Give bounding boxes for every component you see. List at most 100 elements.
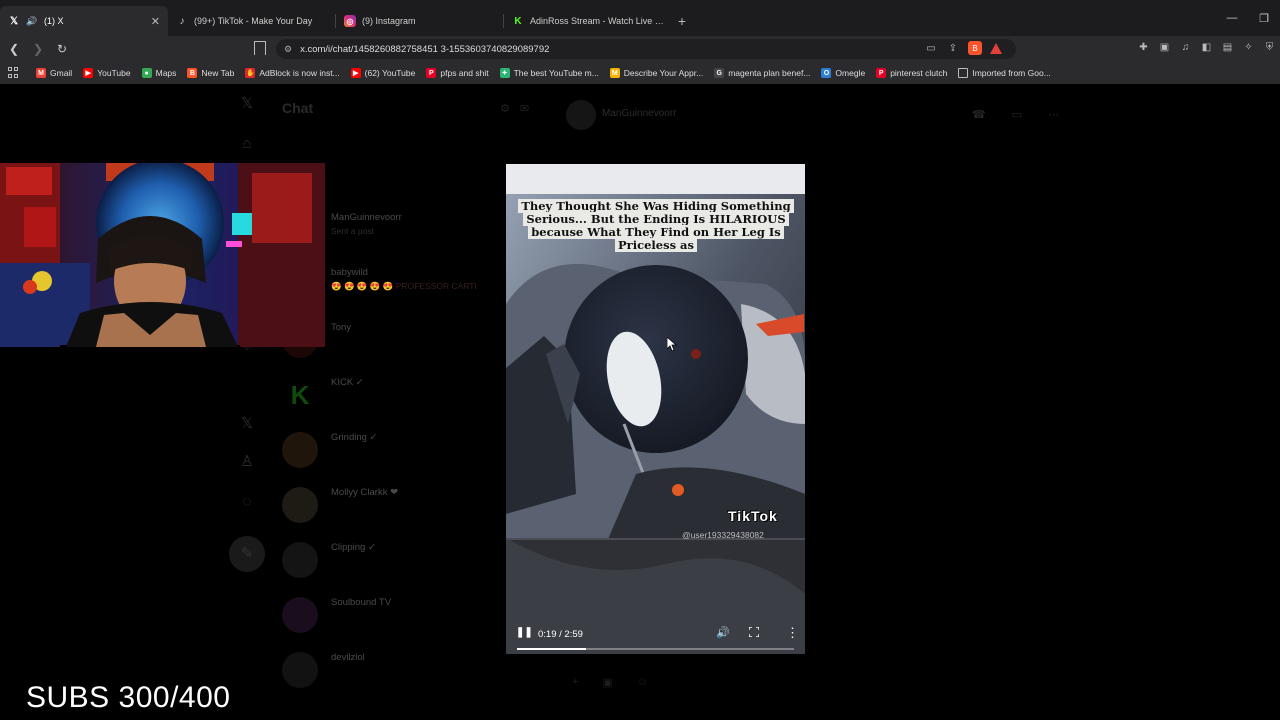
- bookmark-item[interactable]: ▶ YouTube: [83, 68, 131, 78]
- sidebar-icon[interactable]: ◧: [1200, 41, 1213, 54]
- tab-kick[interactable]: K AdinRoss Stream - Watch Live on Kick: [504, 6, 672, 36]
- more-icon[interactable]: ⋯: [1048, 108, 1059, 121]
- bookmark-item[interactable]: B New Tab: [187, 68, 234, 78]
- apps-grid-icon[interactable]: [8, 67, 20, 79]
- minimize-button[interactable]: —: [1216, 12, 1248, 24]
- bookmark-item[interactable]: ▶ (62) YouTube: [350, 68, 415, 78]
- restore-button[interactable]: ❐: [1248, 12, 1280, 25]
- compose-post-icon[interactable]: ✎: [229, 536, 265, 572]
- conversation-item[interactable]: Clipping ✓: [282, 538, 502, 588]
- bookmark-label: The best YouTube m...: [513, 68, 599, 78]
- conversation-item[interactable]: Mollyy Clarkk ❤: [282, 483, 502, 533]
- conversation-name: Grinding ✓: [331, 432, 378, 443]
- video-progress-bar[interactable]: [517, 648, 794, 650]
- avatar: [282, 542, 318, 578]
- conversation-name: ManGuinnevoorr: [331, 212, 402, 223]
- more-icon[interactable]: ◌: [237, 492, 257, 512]
- chat-header-actions: ⚙ ✉: [500, 102, 529, 115]
- volume-icon[interactable]: 🔊: [716, 626, 730, 639]
- speaker-icon[interactable]: 🔊: [26, 15, 38, 27]
- video-call-icon[interactable]: ▭: [1012, 108, 1022, 121]
- settings-icon[interactable]: ⚙: [500, 102, 510, 115]
- bookmark-label: YouTube: [97, 68, 131, 78]
- conversation-item[interactable]: K KICK ✓: [282, 373, 502, 423]
- bookmark-item[interactable]: Ppfps and shit: [426, 68, 489, 78]
- conversation-name: Clipping ✓: [331, 542, 376, 553]
- reload-icon[interactable]: ↻: [52, 42, 72, 56]
- site-info-icon[interactable]: ⚙: [284, 44, 292, 55]
- tab-x[interactable]: 𝕏 🔊 (1) X ✕: [0, 6, 168, 36]
- share-icon[interactable]: ⇪: [946, 41, 960, 55]
- conversation-item[interactable]: Soulbound TV: [282, 593, 502, 643]
- wallet-icon[interactable]: ▣: [1158, 41, 1171, 54]
- bookmark-label: Gmail: [50, 68, 73, 78]
- avatar: [566, 100, 596, 130]
- bookmark-item[interactable]: ✋ AdBlock is now inst...: [245, 68, 340, 78]
- address-bar[interactable]: ⚙ x.com/i/chat/1458260882758451 3-155360…: [276, 39, 1016, 59]
- new-message-icon[interactable]: ✉: [520, 102, 529, 115]
- bookmark-item[interactable]: ✦ The best YouTube m...: [499, 68, 599, 78]
- address-bar-actions: ▭ ⇪ B: [924, 41, 1002, 55]
- bookmark-item[interactable]: Gmagenta plan benef...: [714, 68, 810, 78]
- bookmark-label: Maps: [155, 68, 177, 78]
- profile-icon[interactable]: ♙: [237, 452, 257, 472]
- bookmark-icon[interactable]: [254, 41, 266, 55]
- kick-avatar: K: [282, 377, 318, 413]
- conversation-preview: Sent a post: [331, 226, 375, 236]
- brave-rewards-icon[interactable]: [990, 42, 1002, 54]
- media-icon[interactable]: ♫: [1179, 41, 1192, 54]
- conversation-name: Mollyy Clarkk ❤: [331, 487, 399, 498]
- conversation-name: Soulbound TV: [331, 597, 392, 608]
- bookmark-item[interactable]: O Omegle: [821, 68, 865, 78]
- x-logo-icon[interactable]: 𝕏: [237, 94, 257, 114]
- close-tab-icon[interactable]: ✕: [151, 15, 160, 28]
- new-tab-button[interactable]: +: [672, 6, 692, 36]
- pinterest-icon: P: [876, 68, 887, 78]
- conversation-name: Tony: [331, 322, 352, 333]
- more-options-icon[interactable]: ⋮: [786, 625, 799, 641]
- back-icon[interactable]: ❮: [4, 42, 24, 56]
- cast-icon[interactable]: ▭: [924, 41, 938, 55]
- youtube-icon: ▶: [350, 68, 361, 78]
- bookmark-item[interactable]: Ppinterest clutch: [876, 68, 947, 78]
- forward-icon[interactable]: ❯: [28, 42, 48, 56]
- extensions-icon[interactable]: ✚: [1137, 41, 1150, 54]
- window-controls: — ❐: [1216, 0, 1280, 36]
- conversation-item[interactable]: Grinding ✓: [282, 428, 502, 478]
- extension-icons: ✚ ▣ ♫ ◧ ▤ ✧ ⛨: [1137, 41, 1276, 54]
- reading-list-icon[interactable]: ▤: [1221, 41, 1234, 54]
- page-content: 𝕏 ⌂ ♤ 𝕏 ♙ ◌ ✎ Chat ⚙ ✉ ManGuinnevoorr Se…: [0, 84, 1280, 720]
- conversation-item[interactable]: devilzlol: [282, 648, 502, 698]
- bookmark-item[interactable]: M Describe Your Appr...: [609, 68, 703, 78]
- gif-icon[interactable]: ☺: [637, 676, 648, 689]
- video-player[interactable]: They Thought She Was Hiding Something Se…: [506, 164, 805, 654]
- browser-toolbar: ❮ ❯ ↻ ⚙ x.com/i/chat/1458260882758451 3-…: [0, 36, 1280, 62]
- conversation-preview: 😍 😍 😍 😍 😍 PROFESSOR CARTI: [331, 281, 477, 291]
- pause-icon[interactable]: ❚❚: [516, 627, 533, 638]
- bookmark-label: Omegle: [835, 68, 866, 78]
- brave-icon: B: [187, 68, 198, 78]
- x-premium-icon[interactable]: 𝕏: [237, 414, 257, 434]
- tab-title: (9) Instagram: [362, 16, 416, 26]
- adblock-icon: ✋: [245, 68, 256, 78]
- vpn-icon[interactable]: ⛨: [1263, 41, 1276, 54]
- home-icon[interactable]: ⌂: [237, 134, 257, 154]
- leo-icon[interactable]: ✧: [1242, 41, 1255, 54]
- video-time: 0:19 / 2:59: [538, 629, 583, 640]
- bookmark-item[interactable]: Imported from Goo...: [958, 68, 1051, 78]
- video-controls: ❚❚ 0:19 / 2:59 🔊 ⋮: [506, 620, 805, 654]
- bookmark-item[interactable]: M Gmail: [36, 68, 72, 78]
- tiktok-watermark: TikTok: [728, 508, 778, 524]
- bookmarks-bar: M Gmail ▶ YouTube ● Maps B New Tab ✋ AdBlock is n…: [0, 62, 1280, 84]
- phone-icon[interactable]: ☎: [972, 108, 986, 121]
- leaf-icon: ✦: [499, 68, 510, 78]
- brave-shields-icon[interactable]: B: [968, 41, 982, 55]
- image-icon[interactable]: ▣: [602, 676, 612, 689]
- fullscreen-icon[interactable]: [749, 627, 759, 637]
- add-icon[interactable]: +: [572, 676, 578, 689]
- conversation-name: KICK ✓: [331, 377, 364, 388]
- tab-instagram[interactable]: ◎ (9) Instagram: [336, 6, 504, 36]
- tab-strip: 𝕏 🔊 (1) X ✕ ♪ (99+) TikTok - Make Your D…: [0, 0, 1280, 36]
- tab-tiktok[interactable]: ♪ (99+) TikTok - Make Your Day: [168, 6, 336, 36]
- bookmark-item[interactable]: ● Maps: [141, 68, 177, 78]
